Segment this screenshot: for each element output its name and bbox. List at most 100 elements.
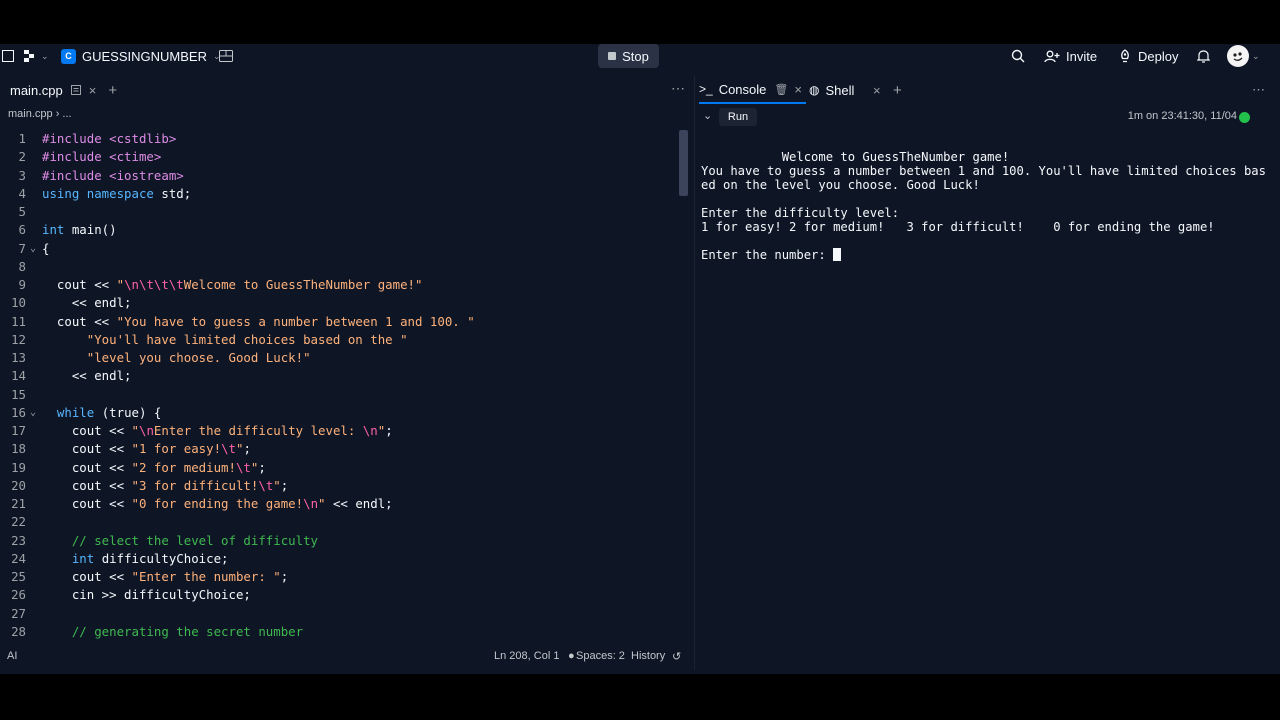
history-button[interactable]: History (631, 650, 665, 662)
stop-icon (608, 52, 617, 60)
code-text: << endl; (42, 368, 132, 384)
shell-tab-label: Shell (825, 82, 855, 98)
repl-title-button[interactable]: C GUESSINGNUMBER ⌄ (61, 44, 221, 68)
new-tab-icon[interactable]: + (893, 76, 902, 104)
line-number: 5 (18, 204, 26, 219)
fold-chevron-icon[interactable]: ⌄ (30, 240, 36, 258)
code-line[interactable]: 9 cout << "\n\t\t\tWelcome to GuessTheNu… (0, 276, 678, 294)
code-line[interactable]: 4 using namespace std; (0, 185, 678, 203)
trash-icon[interactable]: 🗑 (774, 83, 788, 96)
code-line[interactable]: 11 cout << "You have to guess a number b… (0, 313, 678, 331)
ai-button[interactable]: AI (7, 650, 17, 662)
code-text: cout << "0 for ending the game!\n" << en… (42, 496, 393, 511)
stop-label: Stop (622, 48, 649, 64)
code-line[interactable]: 18 cout << "1 for easy!\t"; (0, 440, 678, 458)
code-line[interactable]: 12 "You'll have limited choices based on… (0, 331, 678, 349)
code-line[interactable]: 15 (0, 386, 678, 404)
console-line: Welcome to GuessTheNumber game! (701, 150, 1010, 164)
console-output[interactable]: Welcome to GuessTheNumber game! You have … (701, 150, 1266, 262)
close-tab-icon[interactable]: × (89, 83, 97, 98)
line-number: 7 (18, 240, 26, 256)
deploy-label: Deploy (1138, 48, 1179, 64)
line-number: 2 (18, 149, 26, 165)
sidebar-toggle-icon[interactable] (2, 44, 14, 68)
code-line[interactable]: 23 // select the level of difficulty (0, 532, 678, 550)
cursor-position[interactable]: Ln 208, Col 1 (494, 650, 559, 662)
code-line[interactable]: 3 #include <iostream> (0, 167, 678, 185)
code-line[interactable]: 2 #include <ctime> (0, 148, 678, 166)
avatar[interactable] (1227, 45, 1249, 67)
code-line[interactable]: 1 #include <cstdlib> (0, 130, 678, 148)
fold-chevron-icon[interactable]: ⌄ (30, 404, 36, 422)
more-options-icon[interactable]: ⋯ (671, 80, 685, 97)
history-icon[interactable]: ↺ (672, 650, 681, 663)
editor-pane: main.cpp × + ⋯ main.cpp › ... 1 #include … (0, 76, 690, 670)
close-console-icon[interactable]: × (794, 82, 802, 97)
line-number: 6 (18, 222, 26, 238)
code-line[interactable]: 19 cout << "2 for medium!\t"; (0, 459, 678, 477)
invite-button[interactable]: Invite (1044, 44, 1097, 68)
new-tab-icon[interactable]: + (108, 82, 117, 99)
tab-shell[interactable]: ◍ Shell (809, 76, 854, 104)
layout-icon[interactable] (219, 44, 233, 68)
spaces-setting[interactable]: Spaces: 2 (576, 650, 625, 662)
more-options-icon[interactable]: ⋯ (1252, 76, 1265, 104)
run-status-dot (1239, 112, 1250, 123)
code-line[interactable]: 14 << endl; (0, 367, 678, 385)
code-line[interactable]: 24 int difficultyChoice; (0, 550, 678, 568)
split-icon (70, 85, 81, 95)
code-line[interactable]: 17 cout << "\nEnter the difficulty level… (0, 422, 678, 440)
code-line[interactable]: 28 // generating the secret number (0, 623, 678, 640)
breadcrumb[interactable]: main.cpp › ... (8, 108, 72, 120)
code-line[interactable]: 10 << endl; (0, 294, 678, 312)
avatar-chevron-icon[interactable]: ⌄ (1252, 44, 1260, 68)
tab-console[interactable]: >_ Console 🗑 × (699, 76, 806, 104)
code-line[interactable]: 25 cout << "Enter the number: "; (0, 568, 678, 586)
collapse-chevron-icon[interactable]: ⌄ (703, 109, 712, 122)
code-text: int main() (42, 222, 117, 238)
close-shell-icon[interactable]: × (873, 76, 881, 104)
cpp-language-icon: C (61, 48, 76, 64)
editor-status-bar: AI Ln 208, Col 1 ● Spaces: 2 History ↺ (0, 646, 690, 668)
top-bar: ⌄ C GUESSINGNUMBER ⌄ Stop Invite Deploy (0, 44, 1280, 68)
line-number: 21 (11, 496, 26, 511)
search-icon[interactable] (1011, 44, 1025, 68)
code-line[interactable]: 13 "level you choose. Good Luck!" (0, 349, 678, 367)
run-meta: 1m on 23:41:30, 11/04 (1127, 110, 1237, 122)
code-text: using namespace std; (42, 185, 192, 201)
console-run-bar: ⌄ Run 1m on 23:41:30, 11/04 (695, 106, 1269, 128)
line-number: 16 (11, 404, 26, 420)
code-line[interactable]: 7 ⌄ { (0, 240, 678, 258)
code-line[interactable]: 20 cout << "3 for difficult!\t"; (0, 477, 678, 495)
line-number: 15 (11, 386, 26, 402)
line-number: 17 (11, 423, 26, 438)
code-line[interactable]: 5 (0, 203, 678, 221)
line-number: 12 (11, 331, 26, 347)
tab-label: main.cpp (10, 82, 63, 98)
code-line[interactable]: 22 (0, 513, 678, 531)
code-line[interactable]: 6 int main() (0, 221, 678, 239)
stop-button[interactable]: Stop (598, 44, 659, 68)
code-text: #include <cstdlib> (42, 131, 177, 146)
console-prompt-line[interactable]: Enter the number: (701, 248, 1261, 262)
code-line[interactable]: 8 (0, 258, 678, 276)
line-number: 9 (18, 277, 26, 292)
code-text: "level you choose. Good Luck!" (42, 350, 311, 365)
code-line[interactable]: 26 cin >> difficultyChoice; (0, 586, 678, 604)
repl-menu-icon[interactable]: ⌄ (24, 44, 49, 68)
code-text: cout << "3 for difficult!\t"; (42, 477, 289, 493)
text-cursor (833, 248, 842, 261)
run-button[interactable]: Run (719, 108, 757, 126)
tab-main-cpp[interactable]: main.cpp × + (0, 76, 117, 104)
replit-workspace: ⌄ C GUESSINGNUMBER ⌄ Stop Invite Deploy (0, 44, 1280, 674)
code-line[interactable]: 16 ⌄ while (true) { (0, 404, 678, 422)
code-line[interactable]: 21 cout << "0 for ending the game!\n" <<… (0, 495, 678, 513)
editor-scrollbar[interactable] (679, 130, 688, 196)
bell-icon[interactable] (1197, 44, 1210, 68)
code-line[interactable]: 27 (0, 605, 678, 623)
deploy-button[interactable]: Deploy (1118, 44, 1178, 68)
code-editor[interactable]: 1 #include <cstdlib> 2 #include <ctime> 3 #in… (0, 130, 678, 640)
line-number: 13 (11, 350, 26, 365)
